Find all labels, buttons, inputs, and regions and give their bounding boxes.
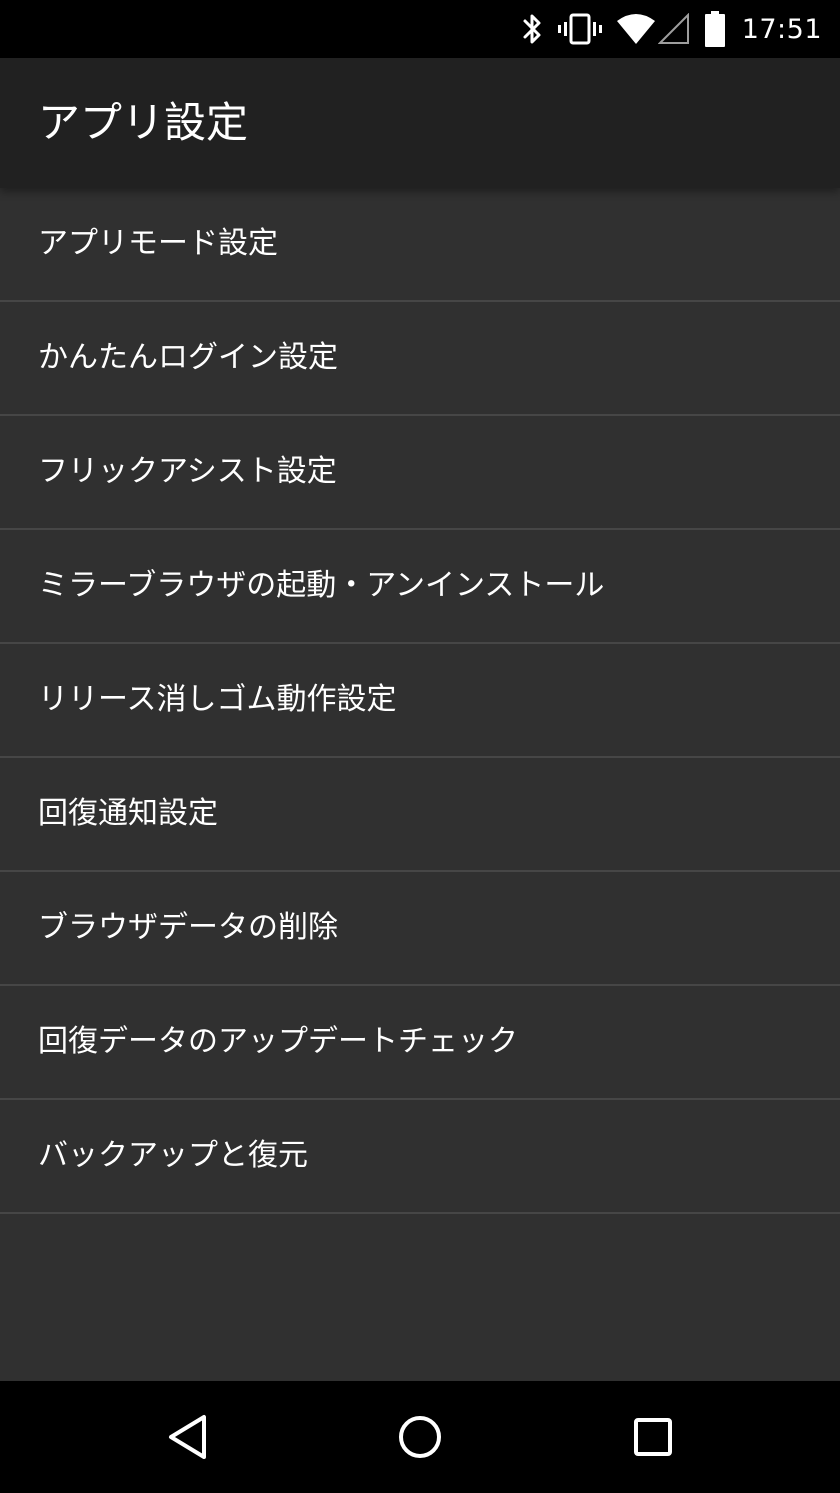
settings-item-update-check[interactable]: 回復データのアップデートチェック — [0, 986, 840, 1100]
signal-icon — [657, 13, 690, 45]
page-title: アプリ設定 — [38, 98, 249, 147]
status-icons: 17:51 — [506, 0, 822, 58]
settings-item-label: バックアップと復元 — [38, 1138, 308, 1173]
settings-item-backup-restore[interactable]: バックアップと復元 — [0, 1100, 840, 1214]
settings-item-delete-browser-data[interactable]: ブラウザデータの削除 — [0, 872, 840, 986]
settings-item-label: フリックアシスト設定 — [38, 454, 337, 489]
settings-item-flick-assist[interactable]: フリックアシスト設定 — [0, 416, 840, 530]
settings-item-label: ミラーブラウザの起動・アンインストール — [38, 568, 605, 603]
settings-item-label: 回復通知設定 — [38, 796, 218, 831]
settings-item-easy-login[interactable]: かんたんログイン設定 — [0, 302, 840, 416]
wifi-icon — [616, 13, 656, 45]
back-button[interactable] — [160, 1409, 216, 1465]
settings-item-label: アプリモード設定 — [38, 226, 278, 261]
navigation-bar — [0, 1381, 840, 1493]
settings-item-label: かんたんログイン設定 — [38, 340, 338, 375]
settings-item-label: 回復データのアップデートチェック — [38, 1024, 518, 1059]
home-button[interactable] — [392, 1409, 448, 1465]
recents-button[interactable] — [625, 1409, 681, 1465]
back-icon — [169, 1415, 206, 1459]
settings-item-label: リリース消しゴム動作設定 — [38, 682, 397, 717]
settings-list: アプリモード設定 かんたんログイン設定 フリックアシスト設定 ミラーブラウザの起… — [0, 188, 840, 1214]
status-bar: 17:51 — [0, 0, 840, 58]
recents-icon — [634, 1418, 672, 1456]
status-time: 17:51 — [741, 13, 822, 45]
battery-icon — [704, 11, 726, 47]
settings-item-label: ブラウザデータの削除 — [38, 910, 338, 945]
settings-item-eraser-behavior[interactable]: リリース消しゴム動作設定 — [0, 644, 840, 758]
bluetooth-icon — [520, 12, 544, 46]
vibrate-icon — [557, 12, 602, 46]
settings-item-app-mode[interactable]: アプリモード設定 — [0, 188, 840, 302]
home-icon — [399, 1416, 441, 1458]
app-bar: アプリ設定 — [0, 58, 840, 188]
settings-item-recovery-notification[interactable]: 回復通知設定 — [0, 758, 840, 872]
settings-item-mirror-browser[interactable]: ミラーブラウザの起動・アンインストール — [0, 530, 840, 644]
